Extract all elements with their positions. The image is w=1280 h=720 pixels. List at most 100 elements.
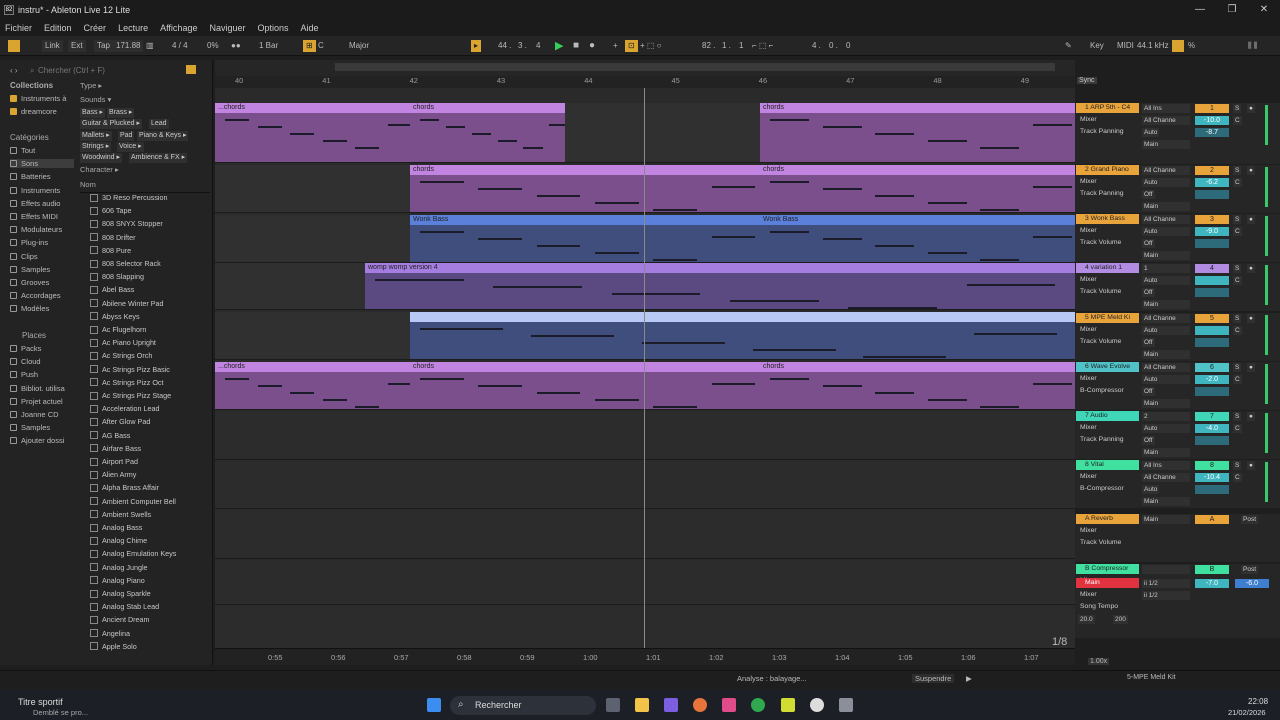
- loop-length-beat[interactable]: 0 .: [829, 40, 838, 52]
- browser-item[interactable]: Ac Flugelhorn: [90, 323, 146, 336]
- browser-item[interactable]: 808 Drifter: [90, 231, 136, 244]
- place-item[interactable]: Joanne CD: [10, 410, 59, 419]
- track-number[interactable]: 2: [1195, 166, 1229, 175]
- volume-field[interactable]: -6.2: [1195, 178, 1229, 187]
- browser-item[interactable]: Analog Bass: [90, 521, 142, 534]
- input-select[interactable]: ii 1/2: [1142, 579, 1190, 588]
- overdub-icon[interactable]: +: [613, 40, 618, 52]
- chrome-icon[interactable]: [751, 698, 765, 712]
- swing-field[interactable]: 0%: [207, 40, 219, 52]
- device-chooser[interactable]: Mixer: [1080, 424, 1097, 431]
- key-select[interactable]: C: [318, 40, 324, 52]
- browser-item[interactable]: Ac Strings Orch: [90, 349, 152, 362]
- main-volume[interactable]: -7.0: [1195, 579, 1229, 588]
- browser-item[interactable]: 808 SNYX Stopper: [90, 217, 163, 230]
- return-letter[interactable]: B: [1195, 565, 1229, 574]
- arrangement-clip[interactable]: chords: [410, 103, 565, 162]
- pan-field[interactable]: [1195, 387, 1229, 396]
- return-letter[interactable]: A: [1195, 515, 1229, 524]
- browser-item[interactable]: 808 Selector Rack: [90, 257, 161, 270]
- track-lane[interactable]: [215, 511, 1075, 559]
- view-toggle-icon[interactable]: [8, 40, 20, 52]
- clip-header[interactable]: chords: [760, 362, 1075, 372]
- arrangement-clip[interactable]: ...chords: [215, 362, 410, 409]
- monitor-auto[interactable]: Auto: [1142, 485, 1160, 494]
- ableton-icon[interactable]: [781, 698, 795, 712]
- crossfade-c[interactable]: C: [1233, 473, 1242, 482]
- browser-item[interactable]: Acceleration Lead: [90, 402, 160, 415]
- browser-item[interactable]: Analog Emulation Keys: [90, 547, 176, 560]
- category-item[interactable]: Grooves: [10, 278, 49, 287]
- solo-button[interactable]: S: [1233, 461, 1242, 470]
- clip-header[interactable]: Wonk Bass: [760, 215, 1075, 225]
- file-explorer-icon[interactable]: [635, 698, 649, 712]
- menu-naviguer[interactable]: Naviguer: [209, 23, 245, 33]
- arrangement-view[interactable]: 40 41 42 43 44 45 46 47 48 49 Sync ...chords chord…: [215, 60, 1097, 665]
- clip-header[interactable]: ...chords: [215, 362, 410, 372]
- track-name[interactable]: 5 MPE Meld Ki: [1076, 313, 1139, 323]
- time-ruler[interactable]: 0:55 0:56 0:57 0:58 0:59 1:00 1:01 1:02 1:03 1:04…: [215, 648, 1075, 665]
- clock-date[interactable]: 21/02/2026: [1228, 708, 1266, 717]
- tag-filter[interactable]: Bass ▸: [80, 108, 106, 118]
- solo-button[interactable]: S: [1233, 166, 1242, 175]
- device-chooser[interactable]: Mixer: [1080, 276, 1097, 283]
- browser-item[interactable]: Ambient Swells: [90, 508, 151, 521]
- track-lane[interactable]: ...chords chords chords: [215, 362, 1075, 410]
- menu-lecture[interactable]: Lecture: [118, 23, 148, 33]
- metronome-icon[interactable]: ▥: [146, 40, 154, 52]
- browser-item[interactable]: Ambient Computer Bell: [90, 495, 176, 508]
- menu-options[interactable]: Options: [258, 23, 289, 33]
- windows-start-icon[interactable]: [427, 698, 441, 712]
- tempo-max[interactable]: 200: [1113, 615, 1128, 624]
- clip-header[interactable]: chords: [760, 165, 1075, 175]
- track-number[interactable]: 8: [1195, 461, 1229, 470]
- clip-header[interactable]: womp womp version 4: [365, 263, 1075, 273]
- sync-button[interactable]: Sync: [1077, 77, 1097, 84]
- track-header[interactable]: 5 MPE Meld Ki Mixer Track Volume All Channe…: [1075, 313, 1280, 361]
- crossfade-c[interactable]: C: [1233, 276, 1242, 285]
- clip-header[interactable]: chords: [410, 103, 565, 113]
- browser-item[interactable]: Analog Chime: [90, 534, 147, 547]
- clip-header[interactable]: ...chords: [215, 103, 410, 113]
- pan-field[interactable]: [1195, 485, 1229, 494]
- browser-item[interactable]: Analog Sparkle: [90, 587, 151, 600]
- category-item[interactable]: Effets audio: [10, 199, 60, 208]
- input-channel-select[interactable]: All Channe: [1142, 116, 1190, 125]
- record-icon[interactable]: ●: [589, 40, 595, 52]
- browser-item[interactable]: 3D Reso Percussion: [90, 191, 168, 204]
- solo-button[interactable]: S: [1233, 104, 1242, 113]
- taskbar-search[interactable]: ⌕ Rechercher: [450, 696, 596, 715]
- automation-control-chooser[interactable]: Track Volume: [1080, 539, 1121, 546]
- automation-control-chooser[interactable]: Track Panning: [1080, 190, 1124, 197]
- collection-item[interactable]: Instruments à: [10, 94, 66, 103]
- track-name[interactable]: 1 ARP 5th - C4: [1076, 103, 1139, 113]
- solo-button[interactable]: S: [1233, 215, 1242, 224]
- tag-filter[interactable]: Piano & Keys ▸: [137, 131, 189, 141]
- menu-fichier[interactable]: Fichier: [5, 23, 32, 33]
- device-chooser[interactable]: Mixer: [1080, 473, 1097, 480]
- automation-control-chooser[interactable]: Track Panning: [1080, 436, 1124, 443]
- track-lane[interactable]: [215, 561, 1075, 605]
- loop-start-sixteenth[interactable]: 1: [739, 40, 743, 52]
- midi-map-button[interactable]: MIDI: [1117, 40, 1134, 52]
- track-lane[interactable]: chords chords: [215, 165, 1075, 213]
- crossfade-c[interactable]: C: [1233, 227, 1242, 236]
- track-name[interactable]: 7 Audio: [1076, 411, 1139, 421]
- place-item[interactable]: Projet actuel: [10, 397, 63, 406]
- clip-header[interactable]: chords: [410, 362, 760, 372]
- arm-icon[interactable]: ●: [1247, 363, 1255, 372]
- arm-icon[interactable]: ●: [1247, 412, 1255, 421]
- crossfade-c[interactable]: C: [1233, 424, 1242, 433]
- app-icon-purple[interactable]: [664, 698, 678, 712]
- automation-control-chooser[interactable]: Track Volume: [1080, 239, 1121, 246]
- automation-control-chooser[interactable]: B-Compressor: [1080, 387, 1124, 394]
- tag-filter[interactable]: Brass ▸: [107, 108, 135, 118]
- track-lane[interactable]: [215, 412, 1075, 460]
- place-item[interactable]: Samples: [10, 423, 50, 432]
- browser-item[interactable]: 606 Tape: [90, 204, 131, 217]
- arrangement-clip[interactable]: chords: [760, 103, 1075, 162]
- monitor-auto[interactable]: Off: [1142, 288, 1155, 297]
- output-select[interactable]: Main: [1142, 350, 1190, 359]
- track-number[interactable]: 1: [1195, 104, 1229, 113]
- track-lane[interactable]: womp womp version 4: [215, 263, 1075, 310]
